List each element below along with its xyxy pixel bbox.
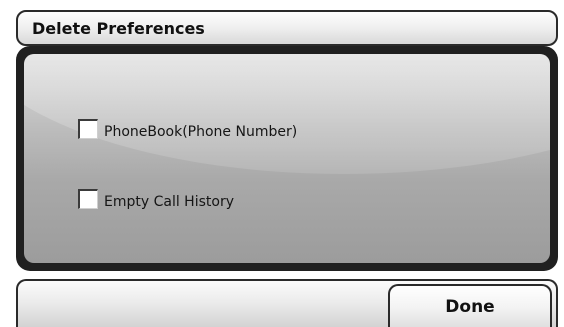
option-phonebook[interactable]: PhoneBook(Phone Number) [78, 110, 297, 140]
phonebook-label: PhoneBook(Phone Number) [104, 124, 298, 140]
options-panel: PhoneBook(Phone Number) Empty Call Histo… [16, 46, 558, 271]
option-empty-call-history[interactable]: Empty Call History [78, 180, 234, 210]
options-panel-inner: PhoneBook(Phone Number) Empty Call Histo… [24, 54, 550, 263]
title-bar: Delete Preferences [16, 10, 558, 46]
phonebook-checkbox[interactable] [78, 119, 98, 139]
empty-call-history-checkbox[interactable] [78, 189, 98, 209]
done-button[interactable]: Done [388, 284, 552, 327]
page-title: Delete Preferences [32, 19, 205, 38]
empty-call-history-label: Empty Call History [104, 194, 234, 210]
delete-preferences-screen: Delete Preferences PhoneBook(Phone Numbe… [0, 0, 564, 327]
bottom-bar: Done [16, 279, 558, 327]
